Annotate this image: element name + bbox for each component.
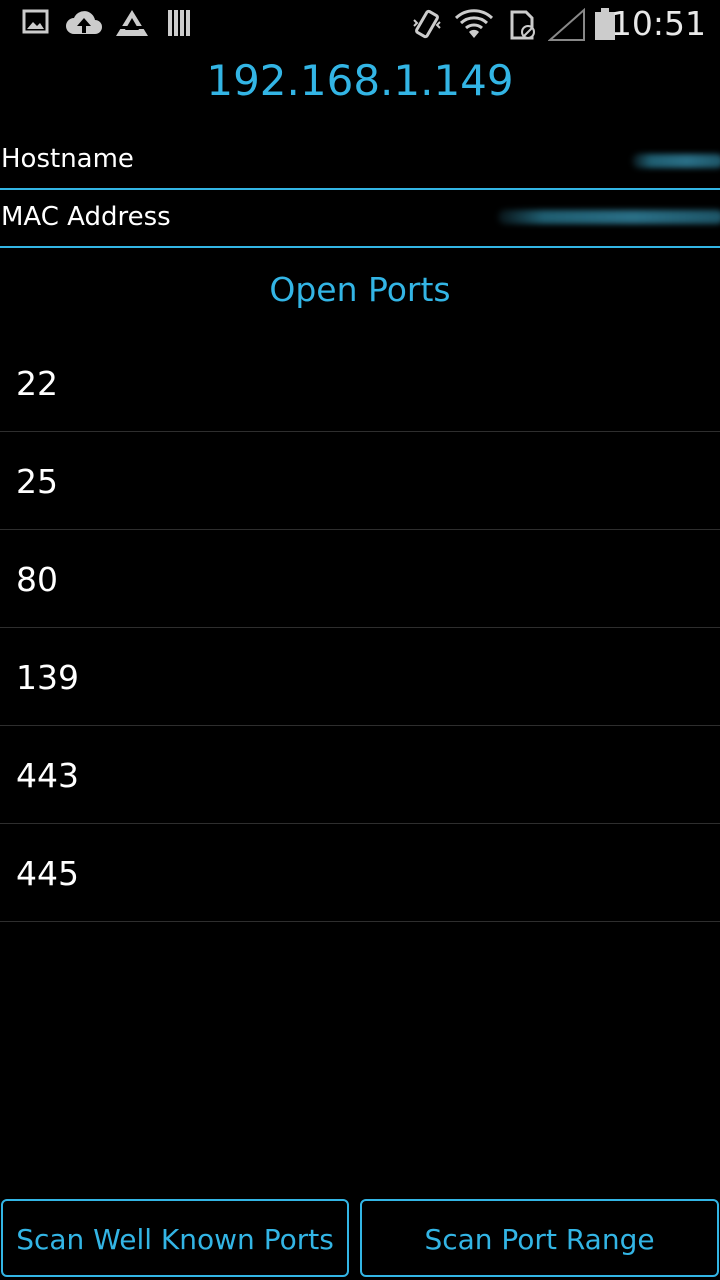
- sim-icon: [510, 10, 535, 40]
- port-number: 22: [16, 364, 58, 403]
- clock: 10:51: [610, 4, 706, 43]
- port-number: 445: [16, 854, 79, 893]
- port-number: 139: [16, 658, 79, 697]
- port-list-item[interactable]: 25: [0, 432, 720, 530]
- mac-address-value-redacted: [498, 210, 720, 224]
- gallery-icon: [22, 9, 49, 34]
- status-bar: 10:51: [0, 0, 720, 50]
- port-number: 25: [16, 462, 58, 501]
- port-list-item[interactable]: 445: [0, 824, 720, 922]
- scan-port-range-button[interactable]: Scan Port Range: [360, 1199, 719, 1277]
- open-ports-heading: Open Ports: [269, 270, 451, 309]
- port-number: 80: [16, 560, 58, 599]
- hostname-row: Hostname: [0, 132, 720, 190]
- open-ports-list: 22 25 80 139 443 445: [0, 334, 720, 922]
- mac-address-row: MAC Address: [0, 190, 720, 248]
- port-list-item[interactable]: 443: [0, 726, 720, 824]
- port-list-item[interactable]: 80: [0, 530, 720, 628]
- port-list-item[interactable]: 139: [0, 628, 720, 726]
- host-ip-title: 192.168.1.149: [206, 56, 514, 105]
- hostname-value-redacted: [632, 154, 720, 168]
- scan-well-known-ports-button[interactable]: Scan Well Known Ports: [1, 1199, 349, 1277]
- app-icon: [116, 10, 148, 36]
- signal-icon: [548, 8, 585, 41]
- vibrate-icon: [413, 9, 441, 39]
- wifi-icon: [454, 9, 494, 38]
- cloud-upload-icon: [66, 11, 102, 34]
- port-list-item[interactable]: 22: [0, 334, 720, 432]
- mac-address-label: MAC Address: [1, 202, 171, 232]
- hostname-label: Hostname: [1, 144, 134, 174]
- port-number: 443: [16, 756, 79, 795]
- barcode-icon: [168, 10, 190, 36]
